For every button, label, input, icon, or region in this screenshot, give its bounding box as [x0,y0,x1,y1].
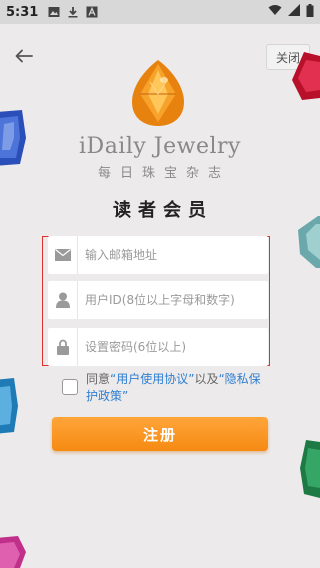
battery-icon [306,3,314,21]
pink-gem [0,536,26,568]
password-input[interactable] [78,340,258,354]
teal-gem [298,216,320,268]
brand-name: iDaily Jewelry [79,134,241,159]
agreement-text: 同意“用户使用协议”以及“隐私保护政策” [86,371,272,405]
email-input[interactable] [78,248,258,262]
lock-icon [48,328,78,366]
terms-link[interactable]: “用户使用协议” [110,372,194,386]
user-icon [48,281,78,319]
agreement-prefix: 同意 [86,372,111,386]
a-icon [86,6,98,18]
user-id-field[interactable] [48,281,268,319]
wifi-icon [268,4,282,20]
agreement-middle: 以及 [194,372,219,386]
status-time: 5:31 [6,4,39,20]
password-field[interactable] [48,328,268,366]
agreement-checkbox[interactable] [62,379,78,395]
blue-topaz-gem [0,378,18,434]
arrow-left-icon [15,49,33,63]
logo-gem-icon [132,60,184,126]
signal-icon [288,4,300,20]
image-icon [48,6,60,18]
user-id-input[interactable] [78,293,258,307]
red-ruby-gem [292,52,320,100]
download-icon [67,6,79,18]
page-title: 读者会员 [113,200,213,221]
email-field[interactable] [48,236,268,274]
register-button[interactable]: 注册 [52,417,268,451]
brand-subtitle: 每日珠宝杂志 [97,166,230,181]
green-emerald-gem [300,440,320,498]
status-bar: 5:31 [0,0,320,24]
back-button[interactable] [12,44,36,68]
mail-icon [48,236,78,274]
agreement-row: 同意“用户使用协议”以及“隐私保护政策” [62,371,272,405]
